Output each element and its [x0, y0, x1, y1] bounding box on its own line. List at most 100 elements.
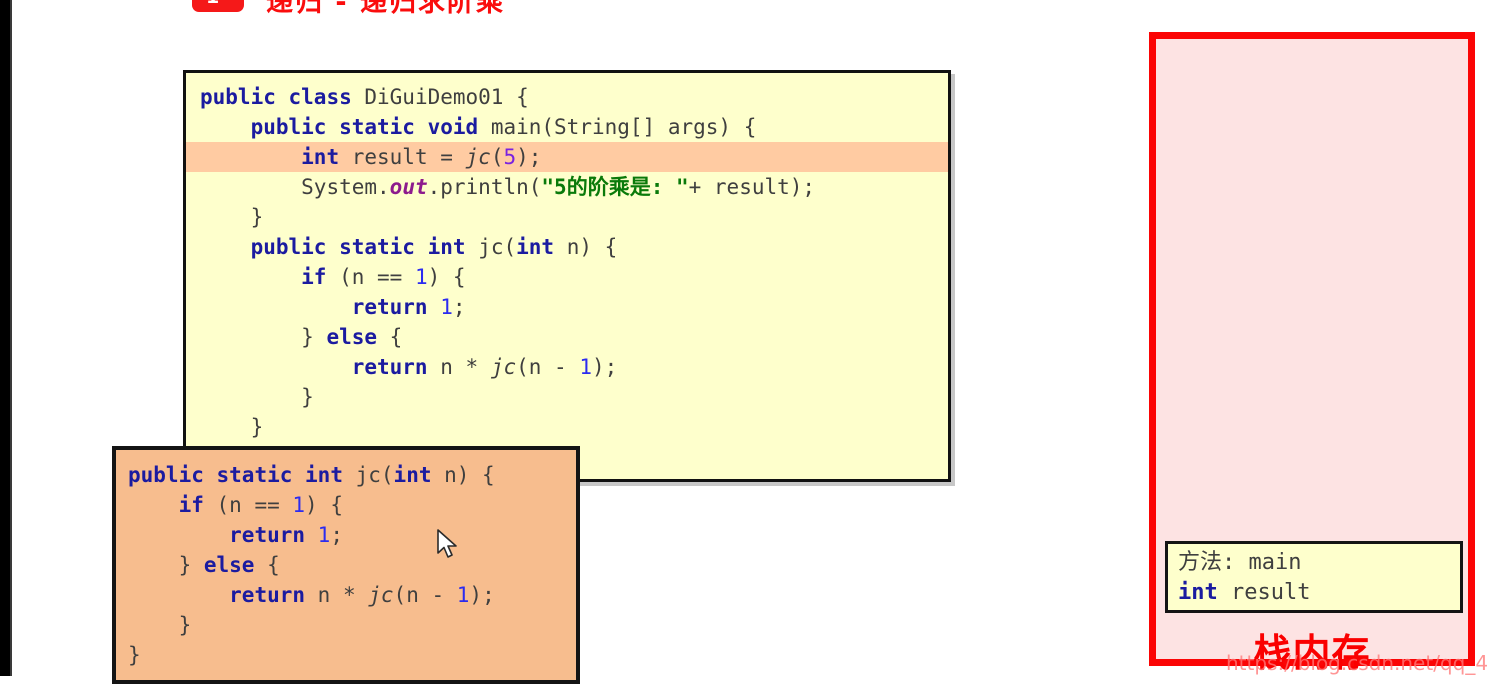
code-line: return 1; [186, 292, 948, 322]
code-token: void [427, 115, 491, 139]
code-token: n) { [566, 235, 618, 259]
code-token: result = [351, 145, 466, 169]
code-token: (n == [339, 265, 415, 289]
code-line: if (n == 1) { [186, 262, 948, 292]
callout-line-list: public static int jc(int n) { if (n == 1… [116, 460, 576, 670]
stack-frame-method-label: 方法: main [1178, 550, 1302, 575]
code-token: if [301, 265, 340, 289]
code-token: .println( [427, 175, 542, 199]
code-token: int [516, 235, 567, 259]
code-token: n) { [444, 463, 495, 487]
code-token: } [301, 385, 314, 409]
code-line: } [116, 640, 576, 670]
code-line: public static int jc(int n) { [186, 232, 948, 262]
code-token: return [229, 583, 318, 607]
code-line: public class DiGuiDemo01 { [186, 82, 948, 112]
code-token: else [326, 325, 378, 349]
code-token: jc [490, 355, 517, 379]
code-line-list: public class DiGuiDemo01 { public static… [186, 82, 948, 472]
code-token: 1 [456, 583, 470, 607]
code-token: (n - [516, 355, 580, 379]
code-token: else [203, 553, 255, 577]
code-token: public [250, 235, 340, 259]
code-token: ); [469, 583, 495, 607]
left-bar-edge [10, 0, 12, 676]
code-token: ( [490, 145, 504, 169]
code-token: 1 [317, 523, 331, 547]
code-line: if (n == 1) { [116, 490, 576, 520]
code-line: public static void main(String[] args) { [186, 112, 948, 142]
code-token: ; [330, 523, 343, 547]
code-line: return n * jc(n - 1); [186, 352, 948, 382]
code-token: int [301, 145, 352, 169]
variable-name: result [1231, 580, 1311, 605]
code-token: } [301, 325, 327, 349]
header-badge-number: 1 [206, 0, 219, 7]
code-line: return n * jc(n - 1); [116, 580, 576, 610]
code-token: } [178, 553, 204, 577]
code-token: public [128, 463, 217, 487]
code-token: int [393, 463, 445, 487]
code-token: "5的阶乘是: " [541, 175, 689, 199]
code-line: public static int jc(int n) { [116, 460, 576, 490]
code-token: { [254, 553, 280, 577]
code-token: } [178, 613, 192, 637]
recursive-method-callout-panel: public static int jc(int n) { if (n == 1… [112, 446, 580, 684]
code-token: jc [368, 583, 394, 607]
code-token: ) { [427, 265, 466, 289]
code-token: ; [452, 295, 466, 319]
code-token: out [389, 175, 428, 199]
page-title: 递归 - 递归求阶乘 [266, 0, 505, 14]
code-token: { [377, 325, 403, 349]
code-token: if [178, 493, 217, 517]
code-token: main(String[] args) { [490, 115, 757, 139]
code-token: public [200, 85, 289, 109]
code-token: return [229, 523, 318, 547]
code-token: n * [317, 583, 369, 607]
code-line: System.out.println("5的阶乘是: "+ result); [186, 172, 948, 202]
code-token: } [250, 205, 264, 229]
code-token: jc [465, 145, 491, 169]
variable-type: int [1178, 580, 1218, 605]
code-token: ) { [305, 493, 343, 517]
code-token: ); [516, 145, 542, 169]
code-token: return [351, 295, 441, 319]
code-token: int [305, 463, 356, 487]
code-token: } [250, 415, 264, 439]
code-line: return 1; [116, 520, 576, 550]
java-source-code-panel: public class DiGuiDemo01 { public static… [183, 70, 951, 482]
code-token: } [128, 643, 141, 667]
code-line: } else { [116, 550, 576, 580]
header-badge: 1 [192, 0, 244, 12]
stack-frame-variable: int result [1168, 578, 1460, 607]
code-token: static [216, 463, 306, 487]
code-token: ); [591, 355, 618, 379]
code-line: } [186, 412, 948, 442]
watermark-url: https://blog.csdn.net/qq_43581078 [1226, 651, 1487, 675]
header-strip: 1 递归 - 递归求阶乘 [0, 0, 1487, 14]
code-token: int [427, 235, 479, 259]
stack-memory-panel: 方法: main int result 栈内存 https://blog.csd… [1149, 32, 1487, 675]
code-token: static [339, 235, 428, 259]
code-token: 1 [440, 295, 453, 319]
code-token: (n - [393, 583, 457, 607]
code-token: DiGuiDemo01 { [364, 85, 529, 109]
code-line: } [186, 202, 948, 232]
code-token: 5 [503, 145, 517, 169]
code-token: jc( [355, 463, 394, 487]
code-token: return [351, 355, 441, 379]
code-token: n * [440, 355, 491, 379]
code-line: int result = jc(5); [186, 142, 948, 172]
code-token: class [288, 85, 365, 109]
